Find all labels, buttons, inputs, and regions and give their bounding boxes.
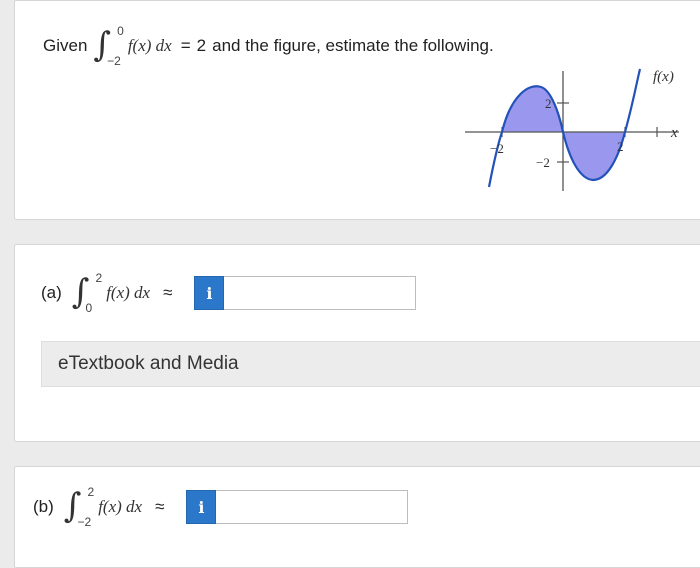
approx-sign: ≈ bbox=[163, 283, 173, 302]
part-a-answer-input[interactable] bbox=[224, 276, 417, 310]
info-icon[interactable]: i bbox=[186, 490, 217, 524]
part-a-label: (a) bbox=[41, 283, 62, 302]
integrand: f(x) dx bbox=[127, 36, 172, 55]
upper-limit: 2 bbox=[95, 271, 103, 285]
function-graph: −2 2 2 −2 f(x) x bbox=[465, 68, 679, 191]
y-tick-label-neg2: −2 bbox=[536, 155, 550, 170]
upper-limit: 0 bbox=[117, 24, 124, 38]
integral-sign: ∫ bbox=[93, 25, 112, 65]
integrand: f(x) dx bbox=[98, 497, 143, 516]
part-a-integral: ∫ 2 0 f(x) dx bbox=[72, 271, 150, 315]
function-label: f(x) bbox=[653, 69, 674, 85]
part-b-panel: (b) ∫ 2 −2 f(x) dx ≈ i bbox=[14, 466, 700, 568]
integral-sign: ∫ bbox=[63, 486, 82, 526]
given-integral: ∫ 0 −2 f(x) dx bbox=[93, 24, 171, 68]
x-tick-label-pos2: 2 bbox=[617, 139, 624, 154]
etextbook-media-label: eTextbook and Media bbox=[58, 353, 239, 374]
negative-area-region bbox=[563, 132, 625, 180]
upper-limit: 2 bbox=[87, 485, 95, 499]
part-a-row: (a) ∫ 2 0 f(x) dx ≈ i bbox=[41, 267, 417, 319]
part-b-label: (b) bbox=[33, 497, 54, 516]
x-axis-label: x bbox=[670, 125, 678, 141]
etextbook-media-button[interactable]: eTextbook and Media bbox=[41, 341, 700, 387]
given-prefix: Given bbox=[43, 36, 88, 55]
part-b-integral: ∫ 2 −2 f(x) dx bbox=[64, 485, 142, 529]
given-suffix: and the figure, estimate the following. bbox=[212, 36, 494, 55]
problem-statement: Given ∫ 0 −2 f(x) dx = 2 and the figure,… bbox=[43, 21, 494, 71]
integral-value: 2 bbox=[196, 36, 207, 55]
x-tick-label-neg2: −2 bbox=[490, 141, 504, 156]
integral-sign: ∫ bbox=[71, 272, 90, 312]
part-b-row: (b) ∫ 2 −2 f(x) dx ≈ i bbox=[33, 481, 409, 533]
y-tick-label-pos2: 2 bbox=[545, 96, 552, 111]
integrand: f(x) dx bbox=[106, 283, 151, 302]
part-a-panel: (a) ∫ 2 0 f(x) dx ≈ i eTextbook and Medi… bbox=[14, 244, 700, 442]
approx-sign: ≈ bbox=[155, 497, 165, 516]
info-icon[interactable]: i bbox=[194, 276, 225, 310]
part-b-answer-input[interactable] bbox=[216, 490, 409, 524]
equals-sign: = bbox=[180, 36, 191, 55]
problem-statement-panel: Given ∫ 0 −2 f(x) dx = 2 and the figure,… bbox=[14, 0, 700, 220]
